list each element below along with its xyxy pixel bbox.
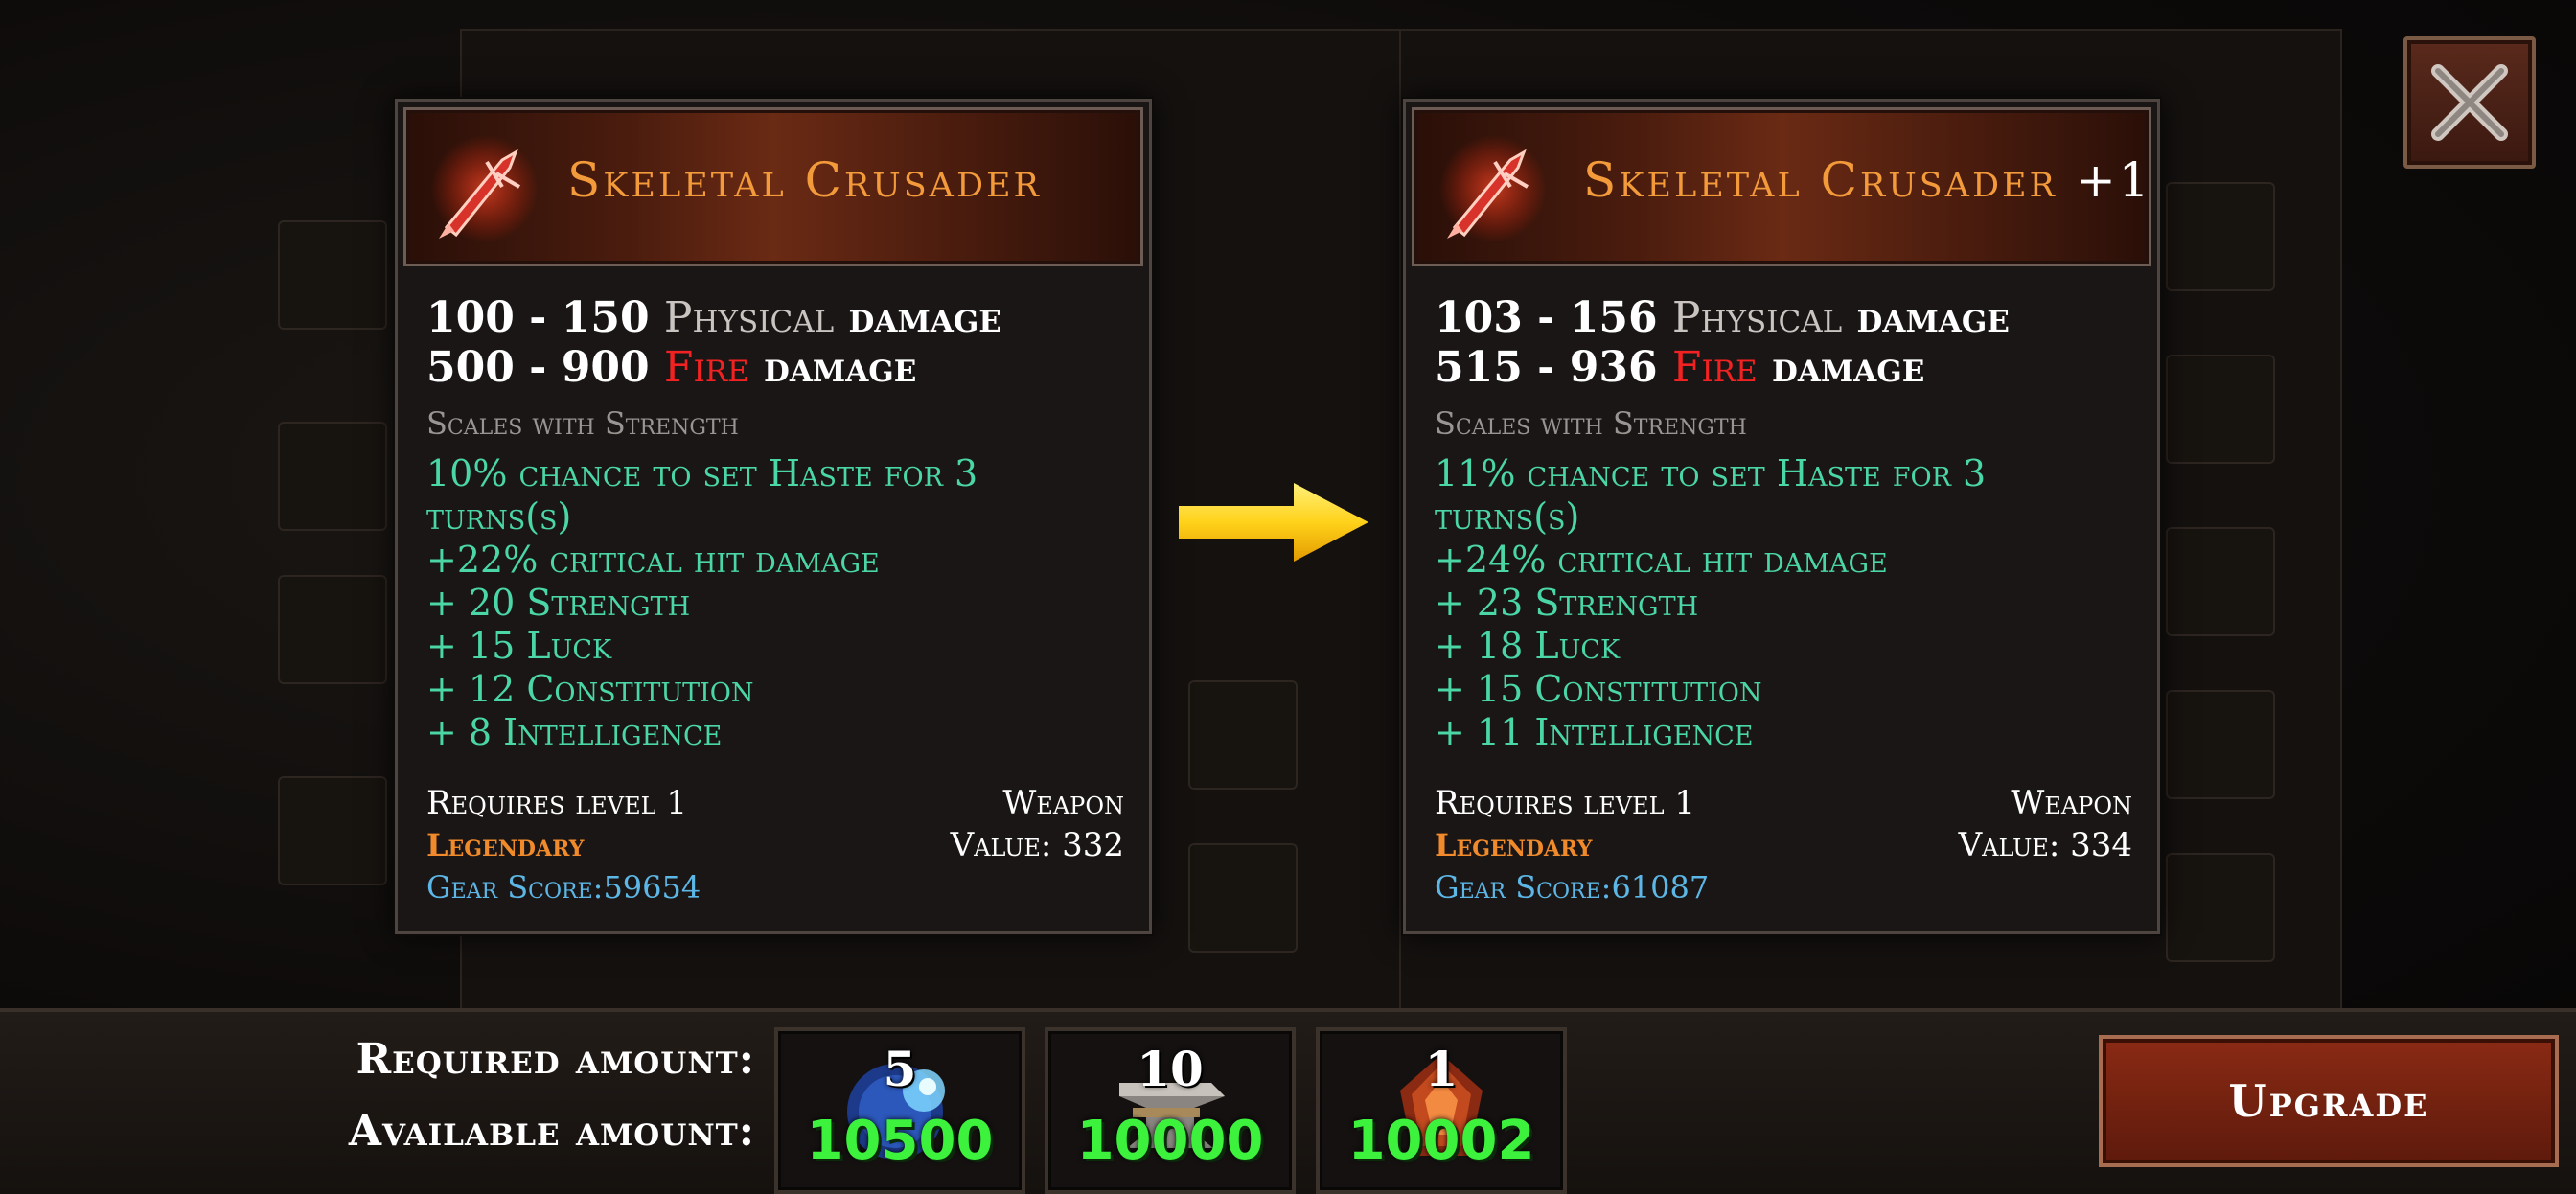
cost-slot-blue-orb: 5 10500: [774, 1027, 1025, 1194]
bg-slot: [278, 220, 387, 330]
stat-line: + 11 Intelligence: [1435, 711, 1754, 753]
stat-line: turns(s): [426, 495, 572, 538]
sword-icon: [1439, 135, 1547, 242]
stat-line: +22% critical hit damage: [426, 539, 880, 581]
sword-icon: [431, 135, 539, 242]
available-count: 10002: [1347, 1110, 1535, 1172]
cost-slot-anvil: 10 10000: [1045, 1027, 1296, 1194]
bg-slot: [2166, 853, 2275, 962]
stat-line: 10% chance to set Haste for 3: [426, 452, 978, 494]
stat-line: + 18 Luck: [1435, 625, 1621, 667]
stat-line: + 15 Constitution: [1435, 668, 1762, 710]
upgrade-arrow-icon: [1179, 483, 1368, 562]
stat-line: turns(s): [1435, 495, 1580, 538]
item-value: Value: 334: [1958, 826, 2132, 864]
rarity-label: Legendary: [426, 827, 585, 863]
cost-slot-fire-gem: 1 10002: [1316, 1027, 1567, 1194]
item-footer: Requires level 1 Weapon Legendary Value:…: [1435, 782, 2132, 908]
stat-line: +24% critical hit damage: [1435, 539, 1888, 581]
damage-line-physical: 103 - 156 Physical damage: [1435, 293, 2010, 342]
required-amount-label: Required amount:: [356, 1035, 755, 1084]
damage-line-fire: 515 - 936 Fire damage: [1435, 343, 1925, 392]
item-footer: Requires level 1 Weapon Legendary Value:…: [426, 782, 1124, 908]
available-amount-label: Available amount:: [348, 1107, 755, 1156]
available-count: 10500: [806, 1110, 994, 1172]
upgrade-button[interactable]: Upgrade: [2099, 1035, 2559, 1167]
required-count: 1: [1424, 1041, 1459, 1097]
bg-slot: [1188, 680, 1298, 790]
current-item-tooltip: Skeletal Crusader 100 - 150 Physical dam…: [395, 99, 1152, 934]
bg-slot: [1188, 843, 1298, 953]
scaling-text: Scales with Strength: [426, 405, 739, 442]
item-value: Value: 332: [950, 826, 1124, 864]
bg-slot: [2166, 527, 2275, 636]
stat-line: + 15 Luck: [426, 625, 612, 667]
upgrade-level: +1: [2075, 152, 2152, 208]
required-count: 5: [883, 1041, 917, 1097]
item-header: Skeletal Crusader: [403, 107, 1143, 266]
stat-line: + 12 Constitution: [426, 668, 754, 710]
bg-slot: [278, 575, 387, 684]
item-name: Skeletal Crusader: [567, 152, 1042, 208]
item-slot: Weapon: [2011, 784, 2132, 822]
stat-line: + 8 Intelligence: [426, 711, 723, 753]
bg-slot: [2166, 355, 2275, 464]
available-count: 10000: [1076, 1110, 1264, 1172]
item-slot: Weapon: [1002, 784, 1124, 822]
required-count: 10: [1137, 1041, 1204, 1097]
stat-list: 10% chance to set Haste for 3 turns(s) +…: [426, 452, 1124, 754]
stat-line: + 23 Strength: [1435, 582, 1699, 624]
bg-slot: [278, 422, 387, 531]
item-header: Skeletal Crusader +1: [1412, 107, 2151, 266]
required-level: Requires level 1: [426, 784, 688, 822]
stat-line: 11% chance to set Haste for 3: [1435, 452, 1987, 494]
item-name: Skeletal Crusader +1: [1583, 152, 2152, 208]
stat-list: 11% chance to set Haste for 3 turns(s) +…: [1435, 452, 2132, 754]
bg-slot: [2166, 690, 2275, 799]
gear-score: Gear Score:61087: [1435, 869, 1710, 906]
bg-slot: [2166, 182, 2275, 291]
scaling-text: Scales with Strength: [1435, 405, 1747, 442]
damage-line-physical: 100 - 150 Physical damage: [426, 293, 1001, 342]
close-button[interactable]: [2404, 36, 2536, 169]
gear-score: Gear Score:59654: [426, 869, 702, 906]
damage-line-fire: 500 - 900 Fire damage: [426, 343, 917, 392]
rarity-label: Legendary: [1435, 827, 1593, 863]
required-level: Requires level 1: [1435, 784, 1696, 822]
upgraded-item-tooltip: Skeletal Crusader +1 103 - 156 Physical …: [1403, 99, 2160, 934]
close-x-icon: [2431, 64, 2508, 141]
stat-line: + 20 Strength: [426, 582, 691, 624]
bg-slot: [278, 776, 387, 885]
